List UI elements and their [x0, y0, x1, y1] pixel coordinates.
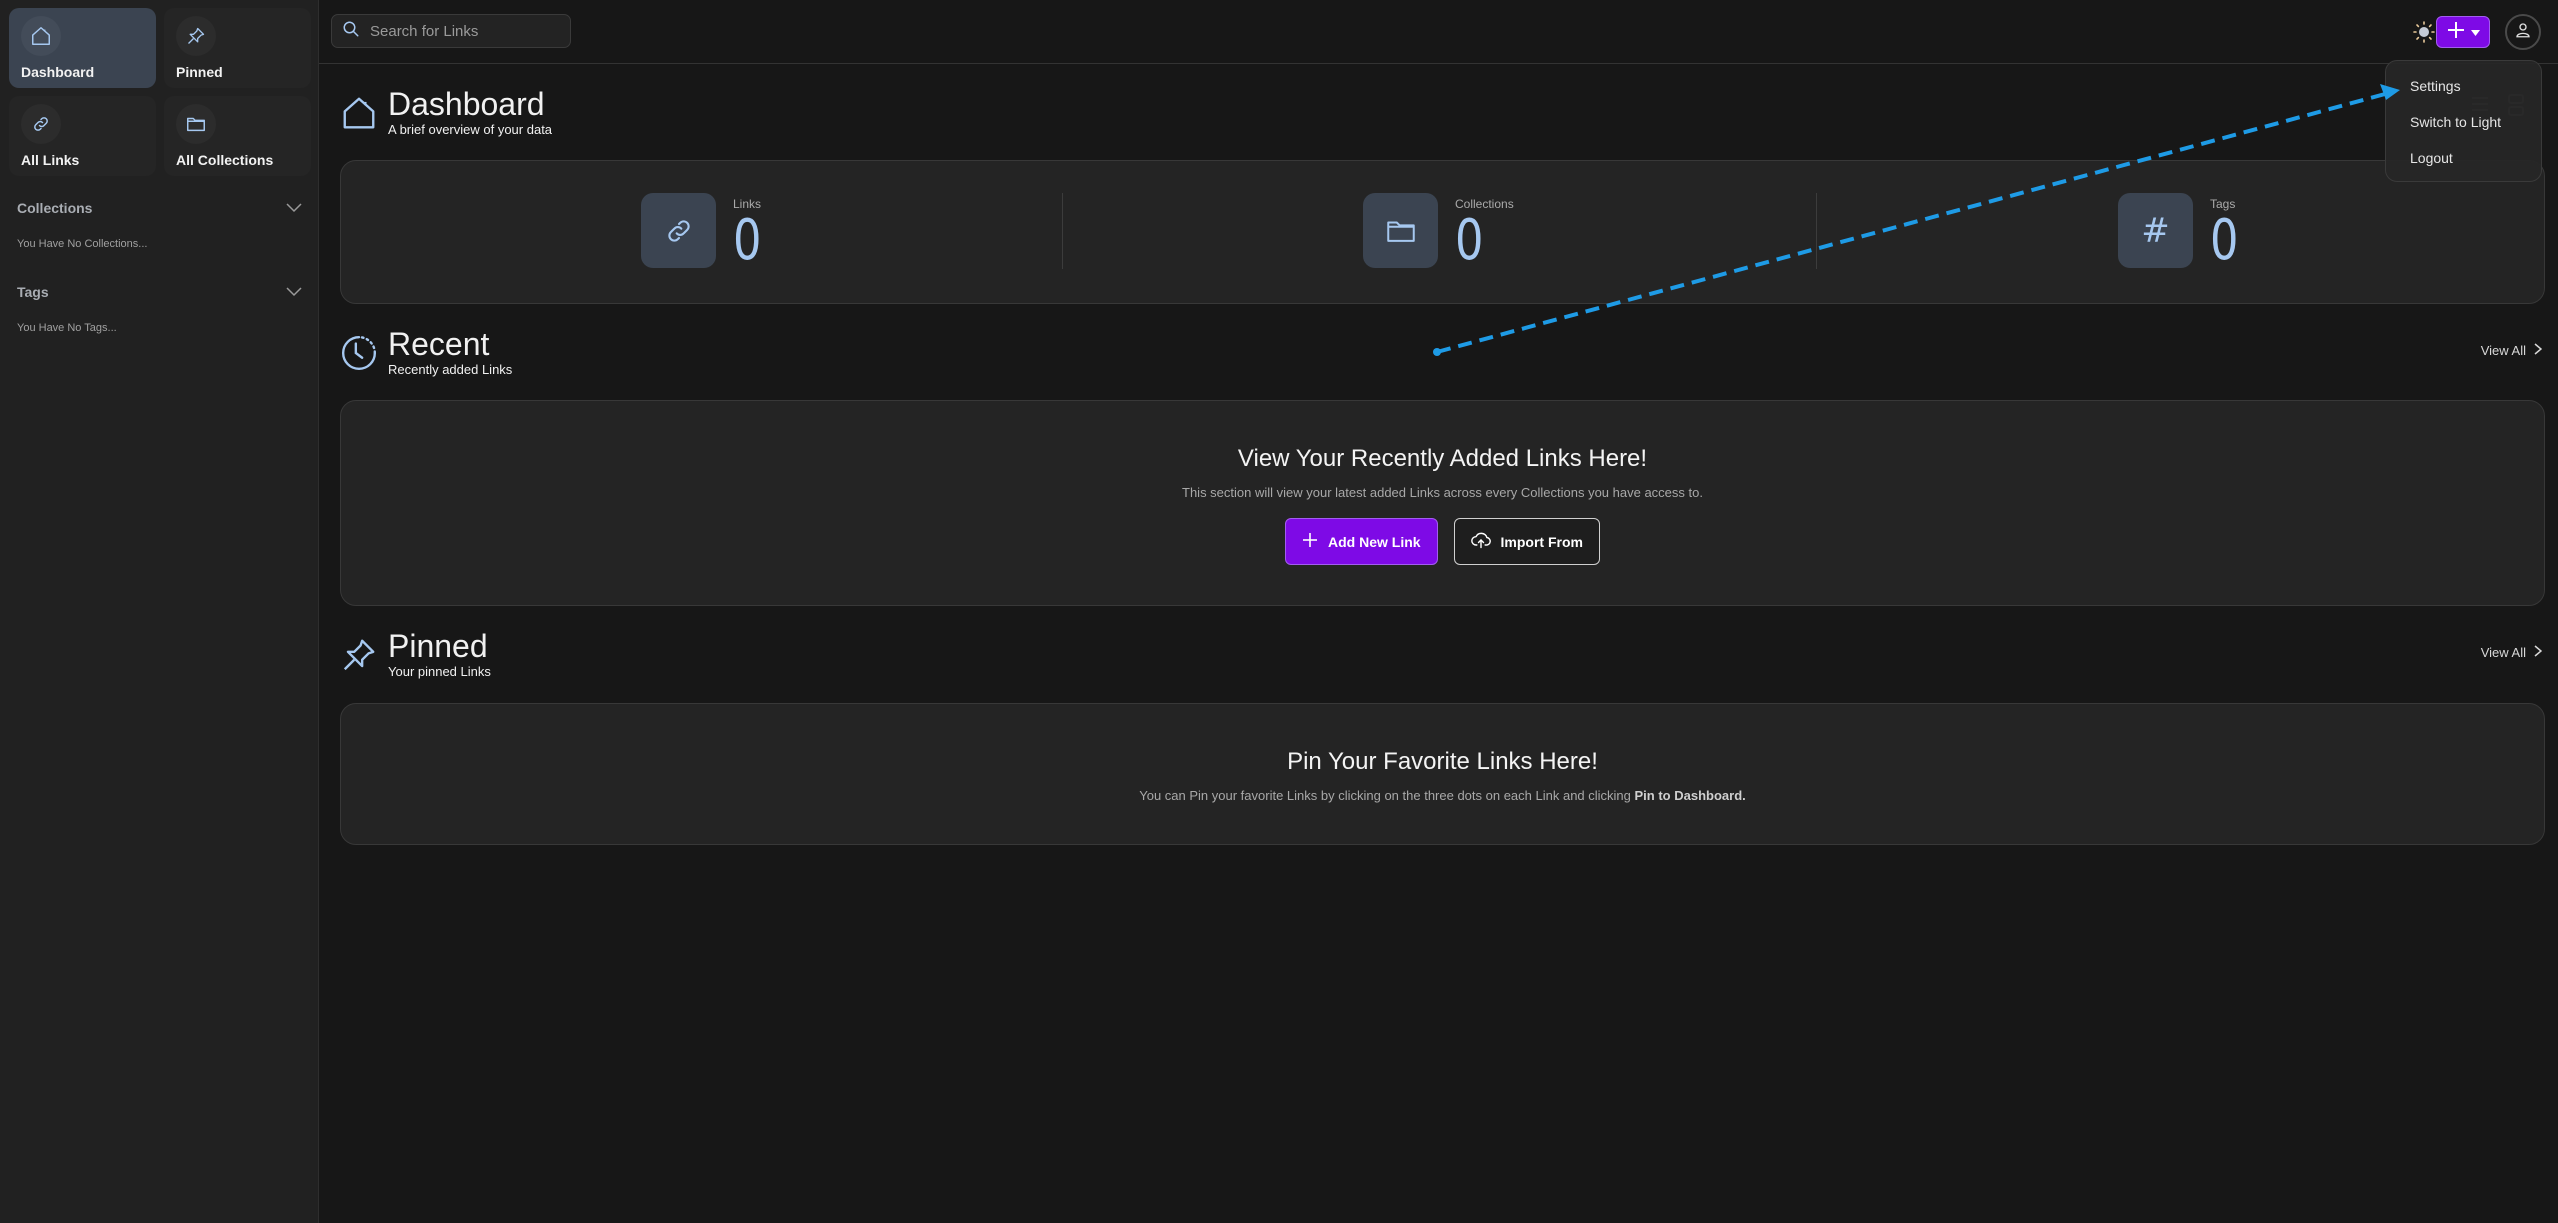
- collections-empty-text: You Have No Collections...: [17, 238, 148, 250]
- button-label: Add New Link: [1327, 533, 1421, 550]
- profile-menu: Settings Switch to Light Logout: [2385, 60, 2542, 182]
- chevron-right-icon: [2534, 645, 2543, 660]
- folder-icon: [1363, 193, 1438, 268]
- plus-icon: [2447, 21, 2465, 44]
- pinned-empty-card: Pin Your Favorite Links Here! You can Pi…: [340, 703, 2545, 845]
- section-subtitle: Your pinned Links: [388, 664, 491, 679]
- section-subtitle: Recently added Links: [388, 362, 513, 377]
- search-icon: [342, 20, 360, 43]
- collections-heading: Collections: [17, 200, 93, 216]
- home-icon: [340, 94, 380, 134]
- caret-down-icon: [2470, 23, 2480, 41]
- menu-item-logout[interactable]: Logout: [2386, 148, 2541, 184]
- stat-value: 0: [733, 208, 762, 273]
- collections-section: Collections You Have No Collections...: [17, 200, 302, 250]
- sidebar-item-all-links[interactable]: All Links: [9, 96, 156, 176]
- view-all-label: View All: [2480, 645, 2526, 660]
- pinned-empty-title: Pin Your Favorite Links Here!: [1287, 748, 1598, 775]
- chevron-right-icon: [2534, 343, 2543, 358]
- pin-to-dashboard-text: Pin to Dashboard.: [1634, 788, 1746, 803]
- tags-heading: Tags: [17, 284, 49, 300]
- button-label: Import From: [1500, 533, 1583, 550]
- menu-item-settings[interactable]: Settings: [2386, 76, 2541, 112]
- link-icon: [641, 193, 716, 268]
- cloud-upload-icon: [1470, 531, 1491, 552]
- sidebar-item-label: Pinned: [176, 64, 223, 80]
- pin-icon: [340, 636, 380, 676]
- hash-icon: #: [2118, 193, 2193, 268]
- folder-icon: [176, 104, 216, 144]
- pinned-heading: Pinned Your pinned Links: [340, 628, 491, 679]
- stat-value: 0: [1455, 208, 1484, 273]
- sun-icon[interactable]: [2412, 20, 2436, 44]
- sidebar-item-label: All Collections: [176, 152, 274, 168]
- pinned-view-all-link[interactable]: View All: [2480, 645, 2543, 660]
- search-input[interactable]: [370, 22, 560, 40]
- recent-empty-card: View Your Recently Added Links Here! Thi…: [340, 400, 2545, 606]
- chevron-down-icon: [286, 200, 302, 216]
- menu-item-switch-theme[interactable]: Switch to Light: [2386, 112, 2541, 148]
- sidebar-item-dashboard[interactable]: Dashboard: [9, 8, 156, 88]
- tags-empty-text: You Have No Tags...: [17, 322, 117, 334]
- recent-empty-title: View Your Recently Added Links Here!: [1237, 445, 1648, 472]
- recent-view-all-link[interactable]: View All: [2480, 343, 2543, 358]
- sidebar-item-label: All Links: [21, 152, 80, 168]
- sidebar: Dashboard Pinned All Links All Collectio…: [0, 0, 319, 1223]
- sidebar-item-all-collections[interactable]: All Collections: [164, 96, 311, 176]
- search-box[interactable]: [331, 14, 571, 48]
- tags-section: Tags You Have No Tags...: [17, 284, 302, 334]
- top-bar: [319, 0, 2558, 64]
- recent-heading: Recent Recently added Links: [340, 326, 512, 377]
- dashboard-heading: Dashboard A brief overview of your data: [340, 86, 552, 137]
- recent-actions: Add New Link Import From: [341, 518, 2544, 565]
- pinned-desc-text: You can Pin your favorite Links by click…: [1139, 788, 1635, 803]
- tags-toggle[interactable]: Tags: [17, 284, 302, 300]
- sidebar-nav: Dashboard Pinned All Links All Collectio…: [9, 8, 311, 176]
- section-title: Pinned: [388, 628, 488, 664]
- stat-divider: [1816, 193, 1817, 269]
- annotation-arrow-start: [1433, 348, 1441, 356]
- stat-value: 0: [2210, 208, 2239, 273]
- add-new-button[interactable]: [2436, 16, 2490, 48]
- stats-card: Links 0 Collections 0 # Tags 0: [340, 160, 2545, 304]
- collections-toggle[interactable]: Collections: [17, 200, 302, 216]
- page-subtitle: A brief overview of your data: [388, 122, 553, 137]
- view-all-label: View All: [2480, 343, 2526, 358]
- pinned-empty-description: You can Pin your favorite Links by click…: [341, 788, 2544, 803]
- stat-tags: # Tags 0: [2118, 193, 2246, 269]
- section-title: Recent: [388, 326, 490, 362]
- plus-icon: [1302, 532, 1318, 551]
- link-icon: [21, 104, 61, 144]
- profile-button[interactable]: [2505, 14, 2541, 50]
- import-from-button[interactable]: Import From: [1453, 518, 1600, 565]
- stat-collections: Collections 0: [1363, 193, 1514, 269]
- user-icon: [2514, 21, 2532, 44]
- clock-icon: [340, 334, 380, 374]
- add-new-link-button[interactable]: Add New Link: [1284, 518, 1438, 565]
- sidebar-item-pinned[interactable]: Pinned: [164, 8, 311, 88]
- recent-empty-description: This section will view your latest added…: [1182, 485, 1703, 500]
- stat-links: Links 0: [641, 193, 769, 269]
- pin-icon: [176, 16, 216, 56]
- home-icon: [21, 16, 61, 56]
- page-title: Dashboard: [388, 86, 545, 122]
- sidebar-item-label: Dashboard: [21, 64, 95, 80]
- chevron-down-icon: [286, 284, 302, 300]
- stat-divider: [1062, 193, 1063, 269]
